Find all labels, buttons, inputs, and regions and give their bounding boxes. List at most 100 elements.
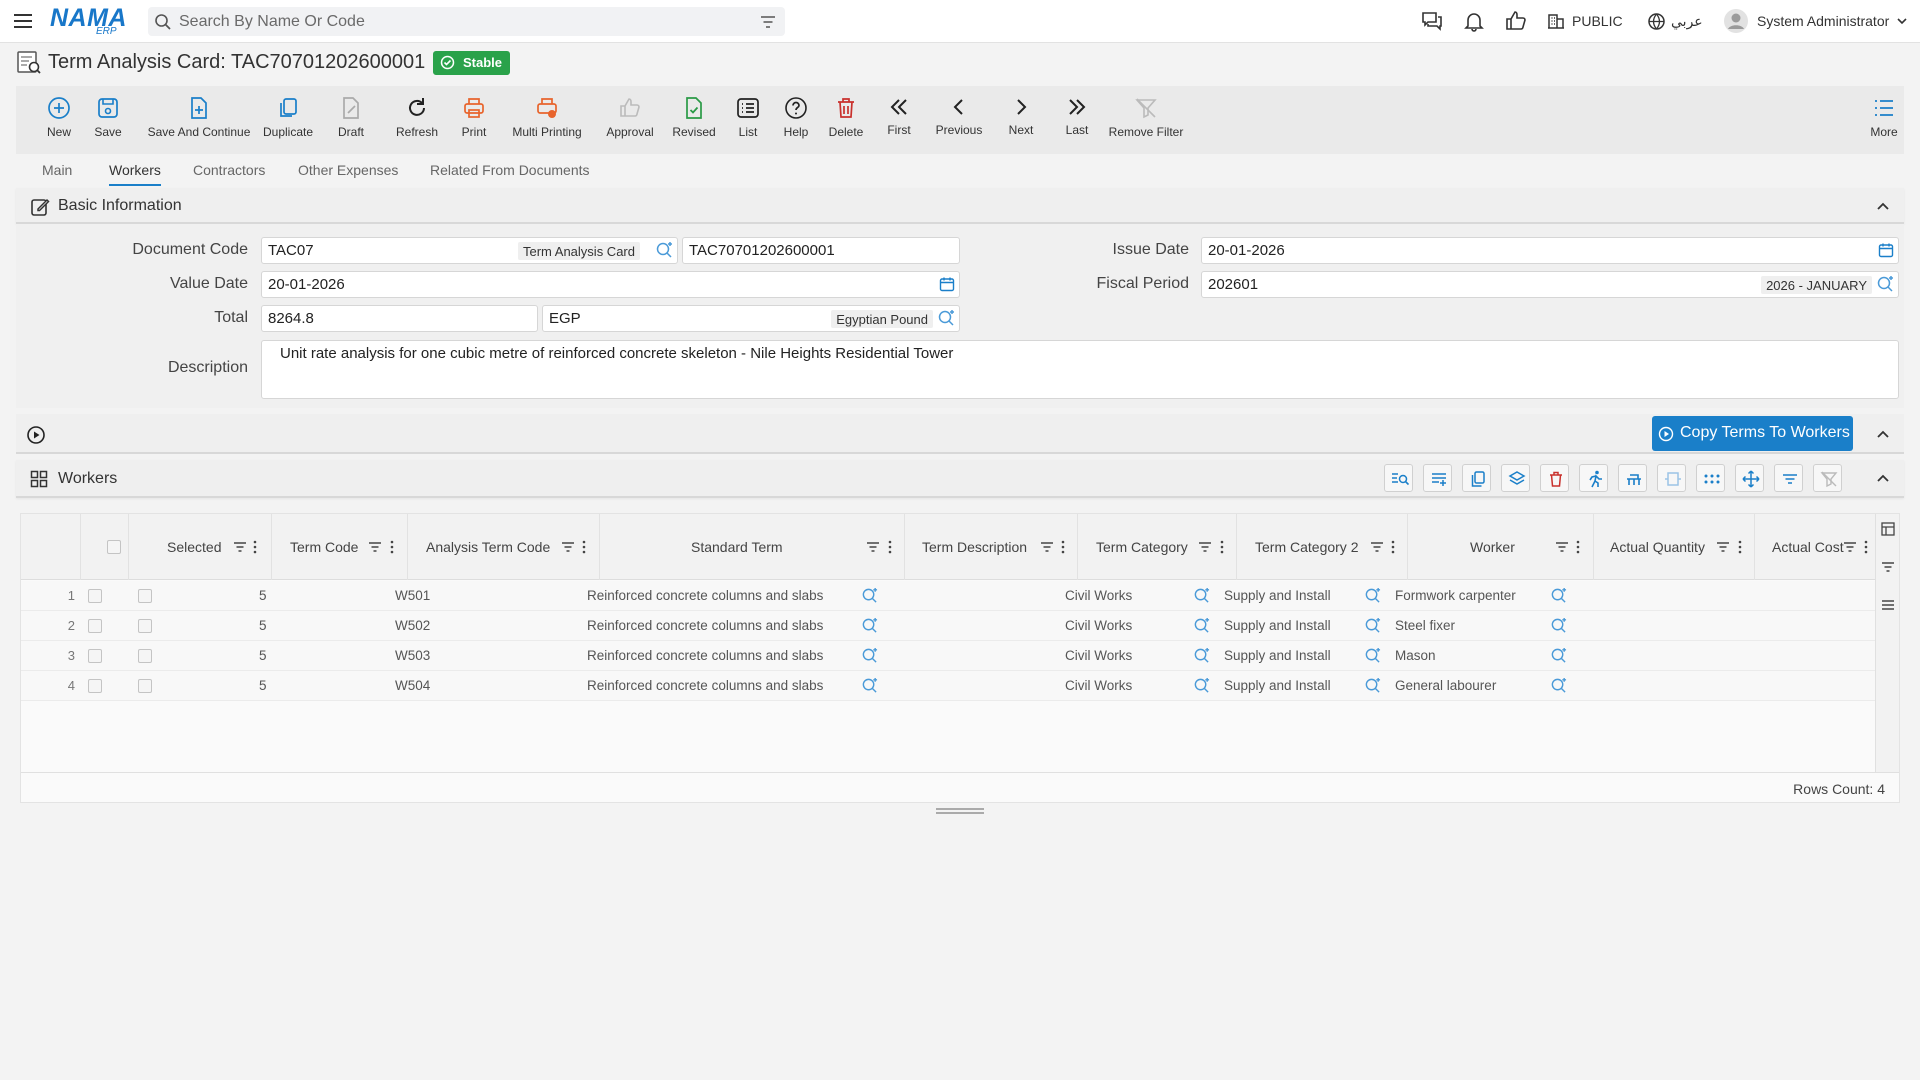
- selected-checkbox[interactable]: [138, 589, 152, 603]
- lookup-icon[interactable]: [1364, 677, 1381, 694]
- table-row[interactable]: 3 5 W503 Reinforced concrete columns and…: [21, 641, 1877, 671]
- lookup-icon[interactable]: [1364, 587, 1381, 604]
- column-filter-icon[interactable]: [1555, 540, 1569, 554]
- fiscal-period-field[interactable]: 202601 2026 - JANUARY: [1201, 271, 1899, 298]
- column-filter-icon[interactable]: [866, 540, 880, 554]
- play-circle-icon[interactable]: [26, 425, 46, 445]
- table-row[interactable]: 1 5 W501 Reinforced concrete columns and…: [21, 581, 1877, 611]
- list-button[interactable]: List: [724, 86, 772, 154]
- approval-button[interactable]: Approval: [591, 86, 669, 154]
- next-button[interactable]: Next: [996, 86, 1046, 154]
- lookup-icon[interactable]: [937, 309, 955, 327]
- lookup-icon[interactable]: [655, 241, 673, 259]
- multi-printing-button[interactable]: Multi Printing: [494, 86, 600, 154]
- grid-columns-button[interactable]: [1618, 464, 1647, 492]
- global-search[interactable]: Search By Name Or Code: [148, 7, 785, 36]
- row-checkbox[interactable]: [88, 589, 102, 603]
- tab-workers[interactable]: Workers: [109, 162, 161, 178]
- save-button[interactable]: Save: [78, 86, 138, 154]
- lookup-icon[interactable]: [1364, 647, 1381, 664]
- chevron-down-icon[interactable]: [1896, 15, 1908, 27]
- selected-checkbox[interactable]: [138, 679, 152, 693]
- nama-erp-logo[interactable]: NAMA ERP: [50, 4, 132, 37]
- language-switch[interactable]: عربي: [1671, 13, 1703, 30]
- column-filter-icon[interactable]: [1370, 540, 1384, 554]
- table-layout-icon[interactable]: [1881, 522, 1895, 536]
- column-menu-icon[interactable]: [1061, 540, 1065, 554]
- column-menu-icon[interactable]: [582, 540, 586, 554]
- table-row[interactable]: 2 5 W502 Reinforced concrete columns and…: [21, 611, 1877, 641]
- select-all-checkbox[interactable]: [107, 540, 121, 554]
- grid-run-button[interactable]: [1579, 464, 1608, 492]
- previous-button[interactable]: Previous: [926, 86, 992, 154]
- calendar-icon[interactable]: [1878, 242, 1894, 258]
- delete-button[interactable]: Delete: [816, 86, 876, 154]
- resize-handle[interactable]: [936, 808, 984, 814]
- more-button[interactable]: More: [1864, 86, 1904, 154]
- grid-delete-button[interactable]: [1540, 464, 1569, 492]
- lookup-icon[interactable]: [861, 677, 878, 694]
- lookup-icon[interactable]: [861, 647, 878, 664]
- tab-related-from-documents[interactable]: Related From Documents: [430, 162, 590, 178]
- basic-information-header[interactable]: Basic Information: [16, 188, 1904, 224]
- total-field[interactable]: 8264.8: [261, 305, 538, 332]
- value-date-field[interactable]: 20-01-2026: [261, 271, 960, 298]
- copy-terms-to-workers-button[interactable]: Copy Terms To Workers: [1652, 416, 1853, 451]
- column-menu-icon[interactable]: [1391, 540, 1395, 554]
- document-code-field[interactable]: TAC07 Term Analysis Card: [261, 237, 678, 264]
- grid-fit-button[interactable]: [1657, 464, 1686, 492]
- column-menu-icon[interactable]: [390, 540, 394, 554]
- menu-icon[interactable]: [12, 10, 34, 32]
- lookup-icon[interactable]: [1876, 275, 1894, 293]
- column-filter-icon[interactable]: [1716, 540, 1730, 554]
- lookup-icon[interactable]: [1550, 647, 1567, 664]
- first-button[interactable]: First: [874, 86, 924, 154]
- grid-move-button[interactable]: [1735, 464, 1764, 492]
- revised-button[interactable]: Revised: [659, 86, 729, 154]
- save-and-continue-button[interactable]: Save And Continue: [134, 86, 264, 154]
- chat-icon[interactable]: [1420, 9, 1444, 33]
- tab-other-expenses[interactable]: Other Expenses: [298, 162, 398, 178]
- grid-search-button[interactable]: [1384, 464, 1413, 492]
- grid-dots-button[interactable]: [1696, 464, 1725, 492]
- column-filter-icon[interactable]: [1843, 540, 1857, 554]
- lookup-icon[interactable]: [861, 587, 878, 604]
- column-menu-icon[interactable]: [1864, 540, 1868, 554]
- column-filter-icon[interactable]: [561, 540, 575, 554]
- grid-remove-filter-button[interactable]: [1813, 464, 1842, 492]
- bell-icon[interactable]: [1462, 9, 1486, 33]
- column-filter-icon[interactable]: [233, 540, 247, 554]
- last-button[interactable]: Last: [1052, 86, 1102, 154]
- row-checkbox[interactable]: [88, 649, 102, 663]
- menu-lines-icon[interactable]: [1881, 598, 1895, 612]
- lookup-icon[interactable]: [1193, 587, 1210, 604]
- duplicate-button[interactable]: Duplicate: [253, 86, 323, 154]
- column-menu-icon[interactable]: [1220, 540, 1224, 554]
- filter-icon[interactable]: [759, 13, 777, 31]
- remove-filter-button[interactable]: Remove Filter: [1096, 86, 1196, 154]
- lookup-icon[interactable]: [1193, 647, 1210, 664]
- chevron-up-icon[interactable]: [1876, 200, 1890, 214]
- column-header-term-category[interactable]: Term Category: [1078, 514, 1237, 580]
- column-header-term-description[interactable]: Term Description: [905, 514, 1078, 580]
- chevron-up-icon[interactable]: [1876, 428, 1890, 442]
- user-name[interactable]: System Administrator: [1757, 13, 1889, 29]
- refresh-button[interactable]: Refresh: [384, 86, 450, 154]
- column-menu-icon[interactable]: [1738, 540, 1742, 554]
- column-filter-icon[interactable]: [1040, 540, 1054, 554]
- chevron-up-icon[interactable]: [1876, 472, 1890, 486]
- currency-field[interactable]: EGP Egyptian Pound: [542, 305, 960, 332]
- workers-header[interactable]: Workers: [16, 460, 1904, 498]
- column-header-actual-cost[interactable]: Actual Cost: [1755, 514, 1877, 580]
- thumbs-up-icon[interactable]: [1504, 9, 1528, 33]
- help-button[interactable]: Help: [771, 86, 821, 154]
- lookup-icon[interactable]: [1193, 617, 1210, 634]
- column-menu-icon[interactable]: [888, 540, 892, 554]
- lookup-icon[interactable]: [1193, 677, 1210, 694]
- grid-add-row-button[interactable]: [1423, 464, 1452, 492]
- row-checkbox[interactable]: [88, 619, 102, 633]
- user-avatar-icon[interactable]: [1723, 8, 1749, 34]
- column-header-selected[interactable]: Selected: [129, 514, 272, 580]
- table-row[interactable]: 4 5 W504 Reinforced concrete columns and…: [21, 671, 1877, 701]
- column-menu-icon[interactable]: [1576, 540, 1580, 554]
